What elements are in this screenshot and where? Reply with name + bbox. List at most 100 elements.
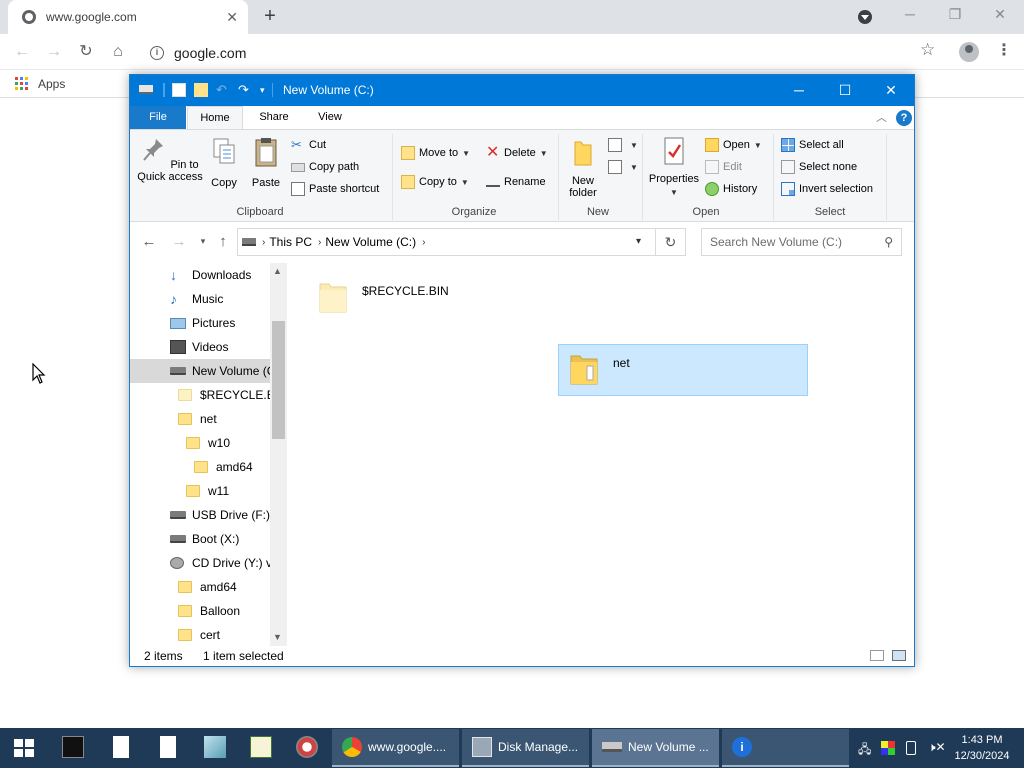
usb-icon[interactable] xyxy=(906,741,916,755)
select-none-button[interactable]: Select none xyxy=(781,158,857,176)
taskbar-chrome[interactable]: www.google.... xyxy=(332,729,459,767)
taskbar-info-app[interactable]: i xyxy=(722,729,849,767)
pin-quick-access-button[interactable]: Pin to Quick access xyxy=(136,136,204,183)
nav-item-balloon[interactable]: Balloon xyxy=(178,599,240,623)
command-prompt-icon[interactable] xyxy=(62,736,84,758)
refresh-icon[interactable]: ↻ xyxy=(656,228,686,256)
file-item-recycle-bin[interactable]: $RECYCLE.BIN xyxy=(308,273,558,325)
nav-item-cd-amd64[interactable]: amd64 xyxy=(178,575,237,599)
rename-button[interactable]: Rename xyxy=(486,173,546,191)
delete-button[interactable]: ✕ Delete ▼ xyxy=(486,144,548,162)
breadcrumb-chevron-icon[interactable]: › xyxy=(262,237,265,248)
volume-muted-icon[interactable]: 🕨✕ xyxy=(928,740,946,755)
undo-icon[interactable]: ↶ xyxy=(216,83,230,97)
new-tab-button[interactable]: + xyxy=(260,5,280,29)
breadcrumb-this-pc[interactable]: This PC xyxy=(269,235,312,249)
nav-item-pictures[interactable]: Pictures xyxy=(170,311,235,335)
redo-icon[interactable]: ↷ xyxy=(238,83,252,97)
nav-item-usb-drive[interactable]: USB Drive (F:) xyxy=(170,503,270,527)
properties-qa-icon[interactable] xyxy=(172,83,186,97)
explorer-back-icon[interactable]: ← xyxy=(140,233,158,250)
move-to-button[interactable]: Move to ▼ xyxy=(401,144,470,162)
nav-item-w10[interactable]: w10 xyxy=(186,431,230,455)
document-icon[interactable] xyxy=(160,736,176,758)
tab-share[interactable]: Share xyxy=(246,106,302,129)
breadcrumb-chevron-icon[interactable]: › xyxy=(318,237,321,248)
address-history-icon[interactable]: ▾ xyxy=(636,236,641,247)
reload-icon[interactable]: ↻ xyxy=(75,41,97,63)
explorer-minimize-icon[interactable]: ─ xyxy=(776,75,822,106)
address-bar[interactable]: i google.com xyxy=(142,40,950,66)
easy-access-button[interactable]: ▼ xyxy=(608,158,638,176)
large-icons-view-icon[interactable] xyxy=(892,650,906,661)
paste-shortcut-button[interactable]: Paste shortcut xyxy=(291,180,379,198)
nav-item-music[interactable]: ♪ Music xyxy=(170,287,223,311)
navigation-scrollbar[interactable]: ▲ ▼ xyxy=(270,263,287,646)
close-tab-icon[interactable]: ✕ xyxy=(226,9,238,26)
restore-icon[interactable]: ❐ xyxy=(945,6,965,23)
explorer-close-icon[interactable]: ✕ xyxy=(868,75,914,106)
explorer-address-box[interactable]: › This PC › New Volume (C:) › xyxy=(237,228,656,256)
nav-item-net[interactable]: net xyxy=(178,407,217,431)
task-manager-icon[interactable] xyxy=(250,736,272,758)
apps-grid-icon[interactable] xyxy=(15,77,28,90)
scroll-up-icon[interactable]: ▲ xyxy=(273,266,282,276)
invert-selection-button[interactable]: Invert selection xyxy=(781,180,873,198)
site-info-icon[interactable]: i xyxy=(150,46,164,60)
back-icon[interactable]: ← xyxy=(11,41,33,63)
bookmark-star-icon[interactable]: ☆ xyxy=(920,40,935,60)
copy-to-button[interactable]: Copy to ▼ xyxy=(401,173,469,191)
file-item-net[interactable]: net xyxy=(558,344,808,396)
explorer-forward-icon[interactable]: → xyxy=(170,233,188,250)
help-icon[interactable]: ? xyxy=(896,110,912,126)
open-button[interactable]: Open ▼ xyxy=(705,136,762,154)
copy-button[interactable]: Copy xyxy=(206,136,242,189)
up-level-icon[interactable]: ↑ xyxy=(214,233,232,250)
display-icon[interactable] xyxy=(881,741,895,755)
properties-button[interactable]: Properties ▼ xyxy=(646,136,702,199)
tab-view[interactable]: View xyxy=(302,106,358,129)
scrollbar-thumb[interactable] xyxy=(272,321,285,439)
breadcrumb-new-volume[interactable]: New Volume (C:) xyxy=(325,235,416,249)
nav-item-downloads[interactable]: ↓ Downloads xyxy=(170,263,251,287)
breadcrumb-chevron-icon[interactable]: › xyxy=(422,237,425,248)
cut-button[interactable]: ✂ Cut xyxy=(291,136,326,154)
minimize-icon[interactable]: ─ xyxy=(900,6,920,22)
browser-tab[interactable]: www.google.com ✕ xyxy=(8,0,248,34)
scroll-down-icon[interactable]: ▼ xyxy=(273,632,282,642)
notepad-icon[interactable] xyxy=(113,736,129,758)
close-icon[interactable]: ✕ xyxy=(990,6,1010,23)
profile-avatar[interactable] xyxy=(959,42,979,62)
new-item-button[interactable]: ▼ xyxy=(608,136,638,154)
nav-item-videos[interactable]: Videos xyxy=(170,335,228,359)
system-clock[interactable]: 1:43 PM 12/30/2024 xyxy=(952,732,1012,764)
new-folder-button[interactable]: New folder xyxy=(564,136,602,199)
chrome-menu-icon[interactable]: ⋮ xyxy=(996,40,1012,60)
tab-search-icon[interactable] xyxy=(858,10,872,24)
taskbar-file-explorer[interactable]: New Volume ... xyxy=(592,729,719,767)
nav-item-w11[interactable]: w11 xyxy=(186,479,229,503)
edit-button[interactable]: Edit xyxy=(705,158,742,176)
paste-button[interactable]: Paste xyxy=(248,136,284,189)
home-icon[interactable]: ⌂ xyxy=(107,41,129,63)
forward-icon[interactable]: → xyxy=(43,41,65,63)
collapse-ribbon-icon[interactable]: ︿ xyxy=(876,109,887,125)
registry-icon[interactable] xyxy=(204,736,226,758)
windows-start-icon[interactable] xyxy=(14,739,34,757)
apps-bookmark[interactable]: Apps xyxy=(38,77,65,91)
select-all-button[interactable]: Select all xyxy=(781,136,844,154)
disk-cleanup-icon[interactable] xyxy=(296,736,318,758)
nav-item-new-volume[interactable]: New Volume (C xyxy=(130,359,275,383)
details-view-icon[interactable] xyxy=(870,650,884,661)
explorer-search-input[interactable]: Search New Volume (C:) ⚲ xyxy=(701,228,902,256)
new-folder-qa-icon[interactable] xyxy=(194,83,208,97)
taskbar-disk-management[interactable]: Disk Manage... xyxy=(462,729,589,767)
nav-item-cd-drive[interactable]: CD Drive (Y:) vi xyxy=(170,551,275,575)
network-icon[interactable]: 🖧 xyxy=(858,740,871,761)
tab-home[interactable]: Home xyxy=(187,106,243,129)
nav-item-cert[interactable]: cert xyxy=(178,623,220,646)
copy-path-button[interactable]: Copy path xyxy=(291,158,359,176)
tab-file[interactable]: File xyxy=(130,106,186,129)
history-button[interactable]: History xyxy=(705,180,757,198)
recent-locations-icon[interactable]: ▾ xyxy=(194,236,212,247)
